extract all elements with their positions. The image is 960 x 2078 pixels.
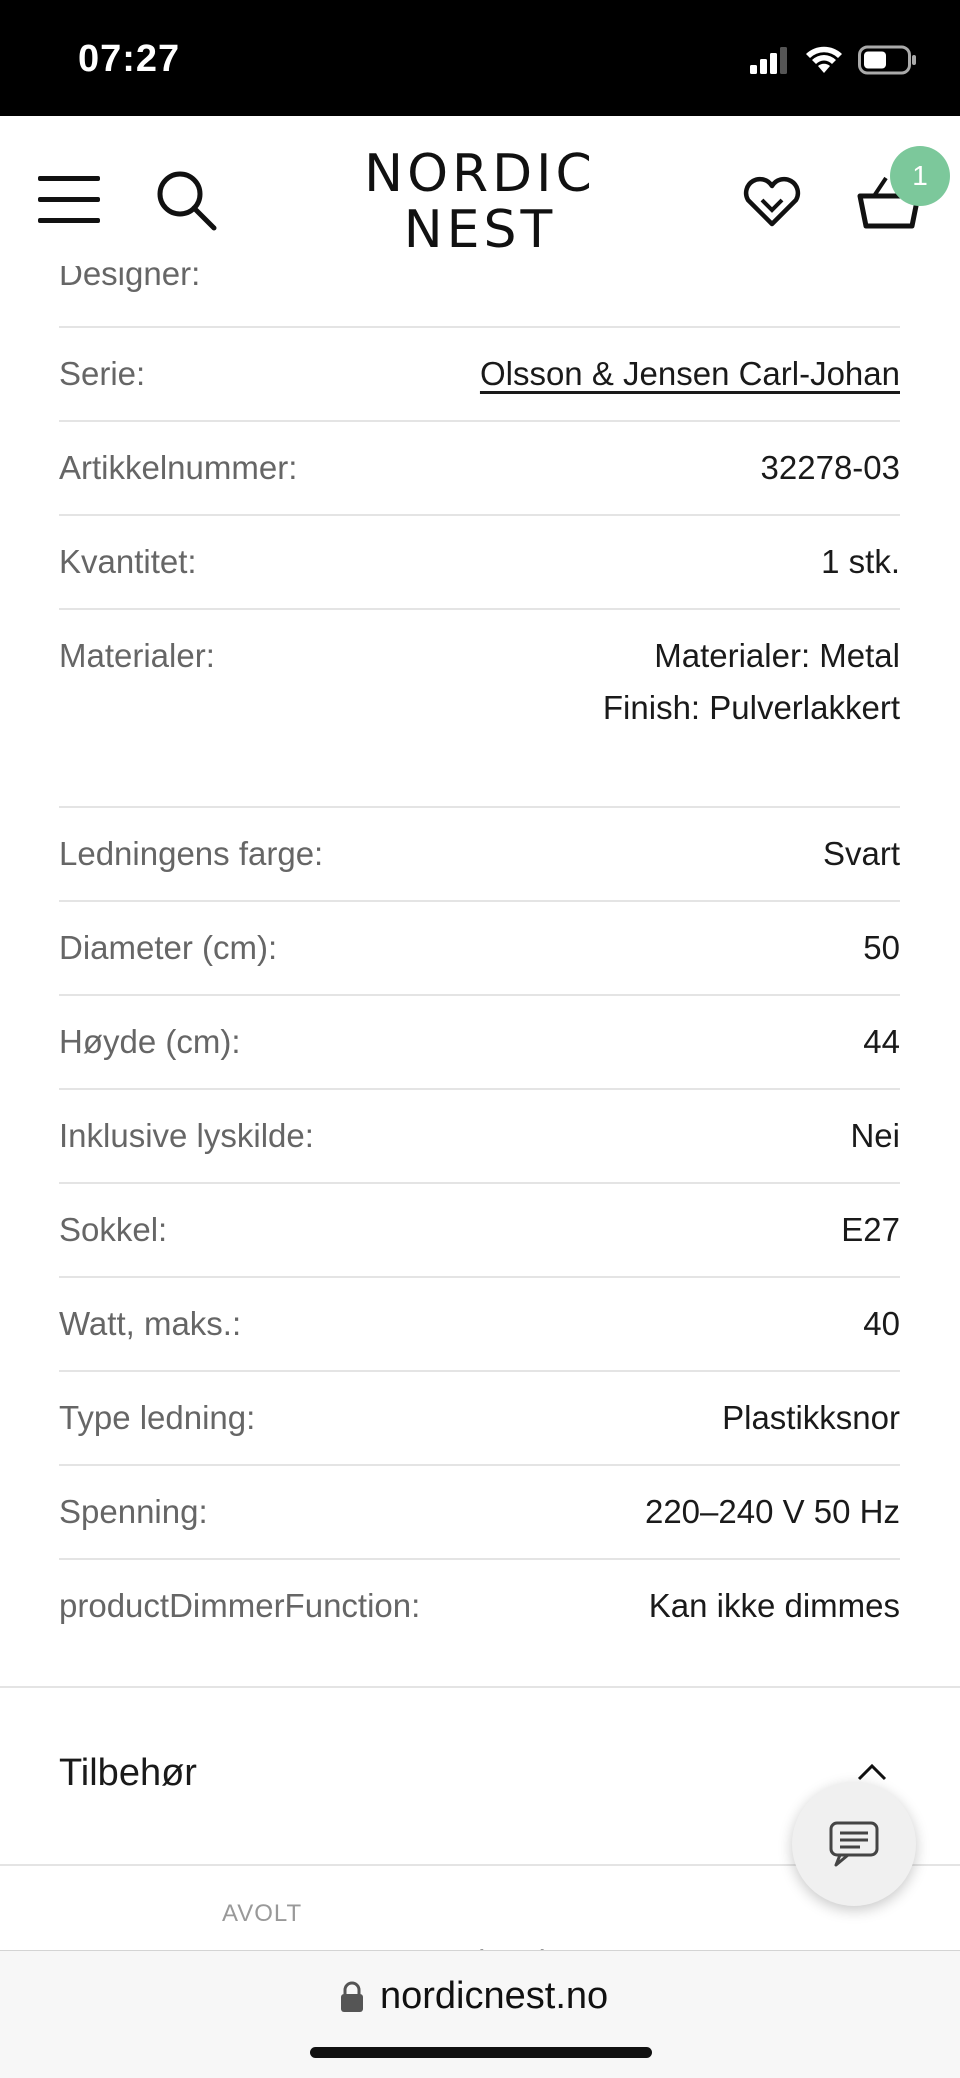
spec-row-diameter: Diameter (cm): 50 (59, 900, 900, 994)
site-header: NORDIC NEST 1 (0, 116, 960, 280)
spec-value: 1 stk. (821, 543, 900, 580)
spec-value: 220–240 V 50 Hz (644, 1493, 900, 1530)
chat-bubble-icon (829, 1821, 879, 1867)
spec-label: Materialer: (59, 637, 215, 674)
status-icons (750, 40, 916, 80)
wifi-icon (806, 46, 842, 73)
spec-label: Ledningens farge: (59, 835, 324, 872)
spec-row-watt: Watt, maks.: 40 (59, 1276, 900, 1370)
nordic-nest-logo[interactable]: NORDIC NEST (340, 146, 620, 258)
search-icon[interactable] (154, 168, 218, 232)
spec-value: 40 (863, 1305, 900, 1342)
lock-icon (341, 1981, 363, 2012)
status-bar: 07:27 (0, 0, 960, 116)
signal-icon (750, 47, 787, 74)
spec-label: Spenning: (59, 1493, 208, 1530)
spec-label: Inklusive lyskilde: (59, 1117, 314, 1154)
status-time: 07:27 (78, 38, 181, 80)
section-divider (0, 1686, 960, 1688)
series-link[interactable]: Olsson & Jensen Carl-Johan (480, 348, 900, 400)
spec-row-article-number: Artikkelnummer: 32278-03 (59, 420, 900, 514)
spec-label: Diameter (cm): (59, 929, 278, 966)
spec-row-socket: Sokkel: E27 (59, 1182, 900, 1276)
spec-row-quantity: Kvantitet: 1 stk. (59, 514, 900, 608)
hamburger-menu-icon[interactable] (38, 176, 100, 226)
spec-label: Høyde (cm): (59, 1023, 241, 1060)
spec-row-light-source: Inklusive lyskilde: Nei (59, 1088, 900, 1182)
spec-label: Kvantitet: (59, 543, 197, 580)
browser-url-bar[interactable]: nordicnest.no (0, 1950, 960, 2078)
wishlist-heart-icon[interactable] (742, 174, 802, 230)
spec-value: Kan ikke dimmes (648, 1587, 900, 1624)
spec-row-serie: Serie: Olsson & Jensen Carl-Johan (59, 326, 900, 420)
chat-button[interactable] (792, 1782, 916, 1906)
spec-value: 50 (863, 929, 900, 966)
spec-value-group: Materialer: Metal Finish: Pulverlakkert (603, 630, 900, 734)
spec-row-materials: Materialer: Materialer: Metal Finish: Pu… (59, 608, 900, 806)
spec-label-designer-partial: Designer: (59, 266, 201, 292)
spec-label: Artikkelnummer: (59, 449, 298, 486)
cart-count-badge[interactable]: 1 (890, 146, 950, 206)
spec-row-voltage: Spenning: 220–240 V 50 Hz (59, 1464, 900, 1558)
spec-value: Svart (822, 835, 900, 872)
logo-line-2: NEST (403, 200, 557, 260)
spec-value: 32278-03 (760, 449, 900, 486)
logo-line-1: NORDIC (364, 144, 596, 204)
accessories-section-title[interactable]: Tilbehør (59, 1752, 197, 1795)
spec-table: Serie: Olsson & Jensen Carl-Johan Artikk… (59, 326, 900, 1652)
home-indicator[interactable] (310, 2047, 652, 2058)
spec-label: Type ledning: (59, 1399, 256, 1436)
url-text[interactable]: nordicnest.no (380, 1975, 608, 2018)
spec-row-cord-color: Ledningens farge: Svart (59, 806, 900, 900)
spec-row-cord-type: Type ledning: Plastikksnor (59, 1370, 900, 1464)
spec-label: Sokkel: (59, 1211, 168, 1248)
spec-label: productDimmerFunction: (59, 1587, 421, 1624)
spec-row-height: Høyde (cm): 44 (59, 994, 900, 1088)
spec-row-dimmer: productDimmerFunction: Kan ikke dimmes (59, 1558, 900, 1652)
spec-label: Watt, maks.: (59, 1305, 242, 1342)
spec-value-finish: Finish: Pulverlakkert (602, 689, 900, 726)
spec-label: Serie: (59, 355, 146, 392)
spec-value: 44 (863, 1023, 900, 1060)
spec-value: Plastikksnor (722, 1399, 900, 1436)
spec-value: Materialer: Metal (654, 637, 900, 674)
chevron-up-icon[interactable] (856, 1762, 888, 1782)
accessory-product-brand: AVOLT (222, 1900, 303, 1927)
spec-value: E27 (841, 1211, 900, 1248)
battery-icon (858, 45, 916, 75)
spec-value: Nei (850, 1117, 900, 1154)
